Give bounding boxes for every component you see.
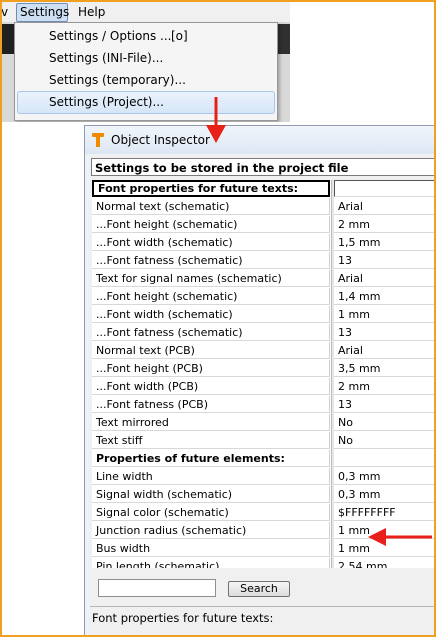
status-text: Font properties for future texts: (92, 611, 274, 625)
property-value[interactable]: 13 (334, 324, 436, 341)
property-value[interactable]: $FFFFFFFF (334, 504, 436, 521)
property-name: ...Font fatness (PCB) (92, 396, 330, 413)
object-inspector-icon (92, 133, 104, 147)
property-value[interactable]: 2 mm (334, 378, 436, 395)
property-row[interactable]: Signal color (schematic) $FFFFFFFF (92, 504, 436, 522)
property-value[interactable]: 3,5 mm (334, 360, 436, 377)
property-value[interactable]: 2 mm (334, 216, 436, 233)
red-arrow-left-icon (368, 528, 432, 546)
property-value[interactable]: 0,3 mm (334, 468, 436, 485)
property-value[interactable]: 13 (334, 252, 436, 269)
property-value[interactable]: 13 (334, 396, 436, 413)
property-value[interactable] (334, 450, 436, 467)
menu-item-shortcut: [o] (171, 29, 188, 43)
property-name: ...Font width (schematic) (92, 306, 330, 323)
window-title: Object Inspector (111, 133, 210, 147)
property-row[interactable]: Signal width (schematic) 0,3 mm (92, 486, 436, 504)
inspector-client: Settings to be stored in the project fil… (90, 155, 436, 635)
property-value[interactable]: Arial (334, 342, 436, 359)
property-name: ...Font width (PCB) (92, 378, 330, 395)
property-value[interactable]: 1 mm (334, 306, 436, 323)
status-bar: Font properties for future texts: (90, 606, 435, 635)
column-splitter[interactable] (331, 180, 334, 568)
property-name: Pin length (schematic) (92, 558, 330, 568)
property-name: Normal text (schematic) (92, 198, 330, 215)
property-row[interactable]: ...Font height (PCB) 3,5 mm (92, 360, 436, 378)
search-button[interactable]: Search (228, 581, 290, 597)
property-name: ...Font height (schematic) (92, 288, 330, 305)
property-row[interactable]: Text for signal names (schematic) Arial (92, 270, 436, 288)
menu-item-settings-project[interactable]: Settings (Project)... (49, 95, 164, 109)
property-row[interactable]: ...Font height (schematic) 1,4 mm (92, 288, 436, 306)
property-name: Text for signal names (schematic) (92, 270, 330, 287)
property-row[interactable]: ...Font width (schematic) 1,5 mm (92, 234, 436, 252)
red-arrow-down-icon (206, 97, 226, 143)
menu-item-settings-options[interactable]: Settings / Options ... (49, 29, 171, 43)
property-name: Normal text (PCB) (92, 342, 330, 359)
object-inspector-window: Object Inspector Settings to be stored i… (84, 125, 436, 637)
property-row[interactable]: Text stiff No (92, 432, 436, 450)
menu-item-settings[interactable]: Settings (20, 5, 69, 19)
property-value[interactable]: Arial (334, 198, 436, 215)
settings-menu-screenshot: v Settings Help Settings / Options ... [… (0, 0, 290, 122)
menu-item-settings-temporary[interactable]: Settings (temporary)... (49, 73, 186, 87)
property-row[interactable]: ...Font width (PCB) 2 mm (92, 378, 436, 396)
property-name: ...Font height (schematic) (92, 216, 330, 233)
property-row[interactable]: ...Font fatness (schematic) 13 (92, 324, 436, 342)
property-grid: Pin length (schematic) 2,54 mm Bus width 1 … (92, 180, 436, 568)
window-titlebar: Object Inspector (85, 126, 435, 154)
menu-item-settings-ini[interactable]: Settings (INI-File)... (49, 51, 163, 65)
property-value[interactable]: 1,4 mm (334, 288, 436, 305)
property-name: Junction radius (schematic) (92, 522, 330, 539)
property-row[interactable]: ...Font fatness (PCB) 13 (92, 396, 436, 414)
property-name: Signal width (schematic) (92, 486, 330, 503)
property-name: Text mirrored (92, 414, 330, 431)
property-row[interactable]: ...Font width (schematic) 1 mm (92, 306, 436, 324)
property-value[interactable]: Arial (334, 270, 436, 287)
property-name: Line width (92, 468, 330, 485)
property-name: ...Font width (schematic) (92, 234, 330, 251)
property-row[interactable]: Text mirrored No (92, 414, 436, 432)
property-name: Signal color (schematic) (92, 504, 330, 521)
property-row[interactable]: ...Font height (schematic) 2 mm (92, 216, 436, 234)
toolbar-background-right (277, 24, 290, 54)
search-area: Search (90, 571, 435, 605)
property-name: ...Font fatness (schematic) (92, 324, 330, 341)
property-value[interactable] (334, 180, 436, 197)
menubar: v Settings Help (0, 2, 290, 22)
property-value[interactable]: 0,3 mm (334, 486, 436, 503)
menu-item-left-fragment[interactable]: v (1, 5, 8, 19)
property-row[interactable]: Line width 0,3 mm (92, 468, 436, 486)
property-section-row[interactable]: Properties of future elements: (92, 450, 436, 468)
property-row[interactable]: Normal text (PCB) Arial (92, 342, 436, 360)
menu-item-help[interactable]: Help (78, 5, 105, 19)
property-value[interactable]: 1,5 mm (334, 234, 436, 251)
property-row[interactable]: ...Font fatness (schematic) 13 (92, 252, 436, 270)
property-name: Properties of future elements: (92, 450, 330, 467)
property-name: Bus width (92, 540, 330, 557)
search-input[interactable] (98, 579, 216, 597)
property-name: ...Font height (PCB) (92, 360, 330, 377)
property-value[interactable]: 2,54 mm (334, 558, 436, 568)
property-value[interactable]: No (334, 432, 436, 449)
settings-scope-header[interactable]: Settings to be stored in the project fil… (91, 158, 436, 176)
property-name: Text stiff (92, 432, 330, 449)
property-name: Font properties for future texts: (92, 180, 330, 197)
property-value[interactable]: No (334, 414, 436, 431)
property-section-row[interactable]: Font properties for future texts: (92, 180, 436, 198)
property-row[interactable]: Normal text (schematic) Arial (92, 198, 436, 216)
property-name: ...Font fatness (schematic) (92, 252, 330, 269)
settings-scope-label: Settings to be stored in the project fil… (95, 161, 349, 175)
settings-dropdown-menu: Settings / Options ... [o] Settings (INI… (14, 22, 278, 121)
property-row[interactable]: Pin length (schematic) 2,54 mm (92, 558, 436, 568)
